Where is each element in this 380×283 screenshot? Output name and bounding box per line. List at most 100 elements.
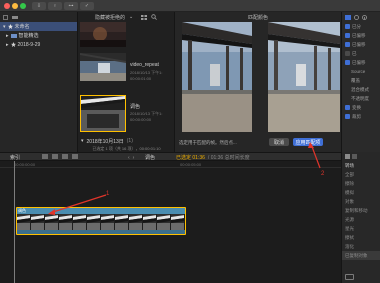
sidebar-item-smart-collections[interactable]: ▸ 智能精选 — [0, 31, 77, 40]
timeline-status: 调色 已选定 01:36 / 01:36 总时间长度 — [145, 154, 250, 161]
checkbox[interactable] — [345, 24, 350, 29]
clip-thumbnail[interactable] — [80, 53, 126, 81]
checkbox[interactable] — [345, 42, 350, 47]
inspector-label: 已偏移 — [352, 41, 366, 47]
browser-header: 隐藏被拒绝的 ⌄ — [78, 12, 175, 22]
clip-title: 调色 — [130, 104, 141, 110]
selected-duration: 已选定 01:36 — [176, 155, 205, 161]
inspector-row[interactable]: 裁剪 — [342, 112, 380, 121]
append-icon[interactable] — [72, 154, 78, 159]
effects-browser: 转场 全部 擦除 模拟 对象 复制和移动 光源 星光 擦拭 溶化 已复制对象 — [341, 152, 380, 283]
timeline-area[interactable]: 00:00:00:00 00:00:05:00 调色 1 — [0, 161, 341, 283]
clip-thumbnail[interactable] — [80, 22, 126, 47]
timeline-ruler[interactable]: 00:00:00:00 00:00:05:00 — [0, 161, 341, 168]
clip-appearance-icon[interactable] — [42, 154, 48, 159]
viewer-hint: 选定用于匹配的帧。然后点... — [179, 140, 237, 145]
inspector-row[interactable]: Source — [342, 67, 380, 76]
insert-icon[interactable] — [62, 154, 68, 159]
inspector-label: 裁剪 — [352, 113, 361, 119]
close-window-button[interactable] — [4, 3, 10, 9]
search-icon[interactable] — [151, 14, 158, 20]
date-group-header[interactable]: ▾ 2018年10月13日 (1) — [81, 138, 133, 145]
effects-category[interactable]: 已复制对象 — [342, 251, 380, 260]
rating-button[interactable]: ⊶ — [64, 2, 78, 10]
import-button[interactable]: ⇩ — [32, 2, 46, 10]
toolbar: ⇩ ♀ ⊶ ✓ — [0, 0, 380, 12]
effects-category[interactable]: 复制和移动 — [342, 206, 380, 215]
inspector-row[interactable]: 已偏移 — [342, 58, 380, 67]
match-target-frame[interactable] — [268, 22, 340, 132]
sidebar-item-event[interactable]: ▸ 2018-9-29 — [0, 40, 77, 49]
effects-category[interactable]: 擦拭 — [342, 233, 380, 242]
chevron-down-icon: ⌄ — [129, 14, 134, 20]
index-button[interactable]: 索引 — [10, 154, 20, 161]
inspector-label: Source — [351, 69, 366, 74]
inspector-label: 混合模式 — [351, 86, 369, 92]
date-group-count: (1) — [126, 138, 133, 144]
inspector-row[interactable]: 变换 — [342, 103, 380, 112]
checkbox[interactable] — [345, 33, 350, 38]
inspector-label: 已分 — [352, 23, 361, 29]
inspector-row[interactable]: 不透明度 — [342, 94, 380, 103]
chevron-down-icon: ▾ — [81, 138, 84, 144]
effects-category[interactable]: 擦除 — [342, 179, 380, 188]
inspector-label: 不透明度 — [351, 95, 369, 101]
cancel-button[interactable]: 取消 — [269, 138, 289, 146]
checkbox[interactable] — [345, 51, 350, 56]
checkbox[interactable] — [345, 114, 350, 119]
inspector-list: 已分 已偏移 已偏移 已 已偏移 Source 覆盖 混合模式 不透明度 变换 … — [342, 22, 380, 121]
effects-list: 转场 全部 擦除 模拟 对象 复制和移动 光源 星光 擦拭 溶化 已复制对象 — [342, 161, 380, 260]
grid-icon[interactable] — [141, 14, 148, 20]
folder-icon — [10, 33, 17, 38]
clip-thumbnail-selected[interactable] — [80, 95, 126, 132]
inspector-panel: 已分 已偏移 已偏移 已 已偏移 Source 覆盖 混合模式 不透明度 变换 … — [341, 12, 380, 152]
inspector-label: 已偏移 — [352, 59, 366, 65]
inspector-row[interactable]: 覆盖 — [342, 76, 380, 85]
sidebar-item-library[interactable]: ▾ 未命名 — [0, 22, 77, 31]
playhead[interactable] — [14, 161, 15, 283]
clip-duration: 00:00:01:00 — [130, 76, 152, 81]
background-tasks-button[interactable]: ✓ — [80, 2, 94, 10]
keyword-button[interactable]: ♀ — [48, 2, 62, 10]
inspector-row[interactable]: 已偏移 — [342, 40, 380, 49]
effects-category[interactable]: 光源 — [342, 215, 380, 224]
annotation-arrow-2 — [308, 142, 321, 169]
inspector-label: 变换 — [352, 104, 361, 110]
transitions-icon[interactable] — [352, 154, 357, 159]
effects-category[interactable]: 模拟 — [342, 188, 380, 197]
timeline-toolbar: 索引 ‹ › 调色 已选定 01:36 / 01:36 总时间长度 — [0, 152, 341, 161]
sidebar-item-label: 未命名 — [14, 24, 30, 30]
total-duration: / 01:36 总时间长度 — [207, 155, 250, 161]
checkbox[interactable] — [345, 105, 350, 110]
checkbox[interactable] — [345, 60, 350, 65]
effects-icon[interactable] — [345, 154, 350, 159]
zoom-window-button[interactable] — [20, 3, 26, 9]
effects-thumbnail-icon[interactable] — [345, 274, 354, 280]
event-star-icon — [10, 42, 16, 47]
inspector-row[interactable]: 已偏移 — [342, 31, 380, 40]
library-sidebar: ▾ 未命名 ▸ 智能精选 ▸ 2018-9-29 — [0, 12, 78, 152]
inspector-row[interactable]: 混合模式 — [342, 85, 380, 94]
effects-category[interactable]: 全部 — [342, 170, 380, 179]
key-icon: ⊶ — [68, 3, 74, 9]
inspector-row[interactable]: 已分 — [342, 22, 380, 31]
effects-category[interactable]: 星光 — [342, 224, 380, 233]
reference-frame[interactable] — [182, 22, 252, 132]
filter-dropdown[interactable]: 隐藏被拒绝的 — [95, 14, 125, 21]
minimize-window-button[interactable] — [12, 3, 18, 9]
video-inspector-icon[interactable] — [345, 14, 351, 20]
inspector-label: 已偏移 — [352, 32, 366, 38]
effects-category[interactable]: 溶化 — [342, 242, 380, 251]
connect-icon[interactable] — [52, 154, 58, 159]
viewer-panel: 匹配颜色 选定用于匹配的帧。然后点... 取消 应用匹配项 — [175, 12, 341, 152]
chevron-right-icon: ▸ — [6, 41, 9, 48]
effects-category[interactable]: 对象 — [342, 197, 380, 206]
timeline-tools — [42, 154, 78, 159]
annotation-number: 2 — [321, 171, 325, 177]
color-inspector-icon[interactable] — [354, 14, 359, 20]
inspector-row[interactable]: 已 — [342, 49, 380, 58]
info-inspector-icon[interactable] — [362, 14, 367, 20]
clip-title: video_repeat — [130, 62, 159, 68]
date-group-label: 2018年10月13日 — [86, 139, 124, 145]
inspector-label: 已 — [352, 50, 357, 56]
